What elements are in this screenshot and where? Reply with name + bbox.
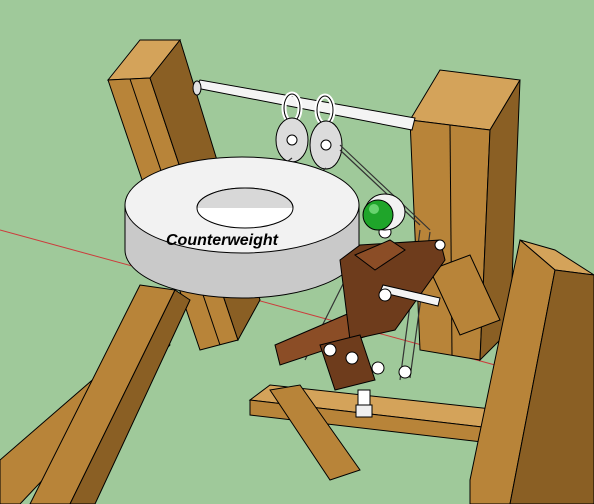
front-left-leg <box>29 284 191 504</box>
top-axle <box>192 79 416 131</box>
trebuchet-drawing <box>0 38 594 504</box>
counterweight-label: Counterweight <box>166 232 278 249</box>
front-right-post <box>429 239 594 504</box>
trigger-pin <box>355 389 373 418</box>
counterweight <box>124 156 360 299</box>
projectile-ball <box>362 193 406 231</box>
trebuchet-scene: Counterweight <box>0 0 594 504</box>
